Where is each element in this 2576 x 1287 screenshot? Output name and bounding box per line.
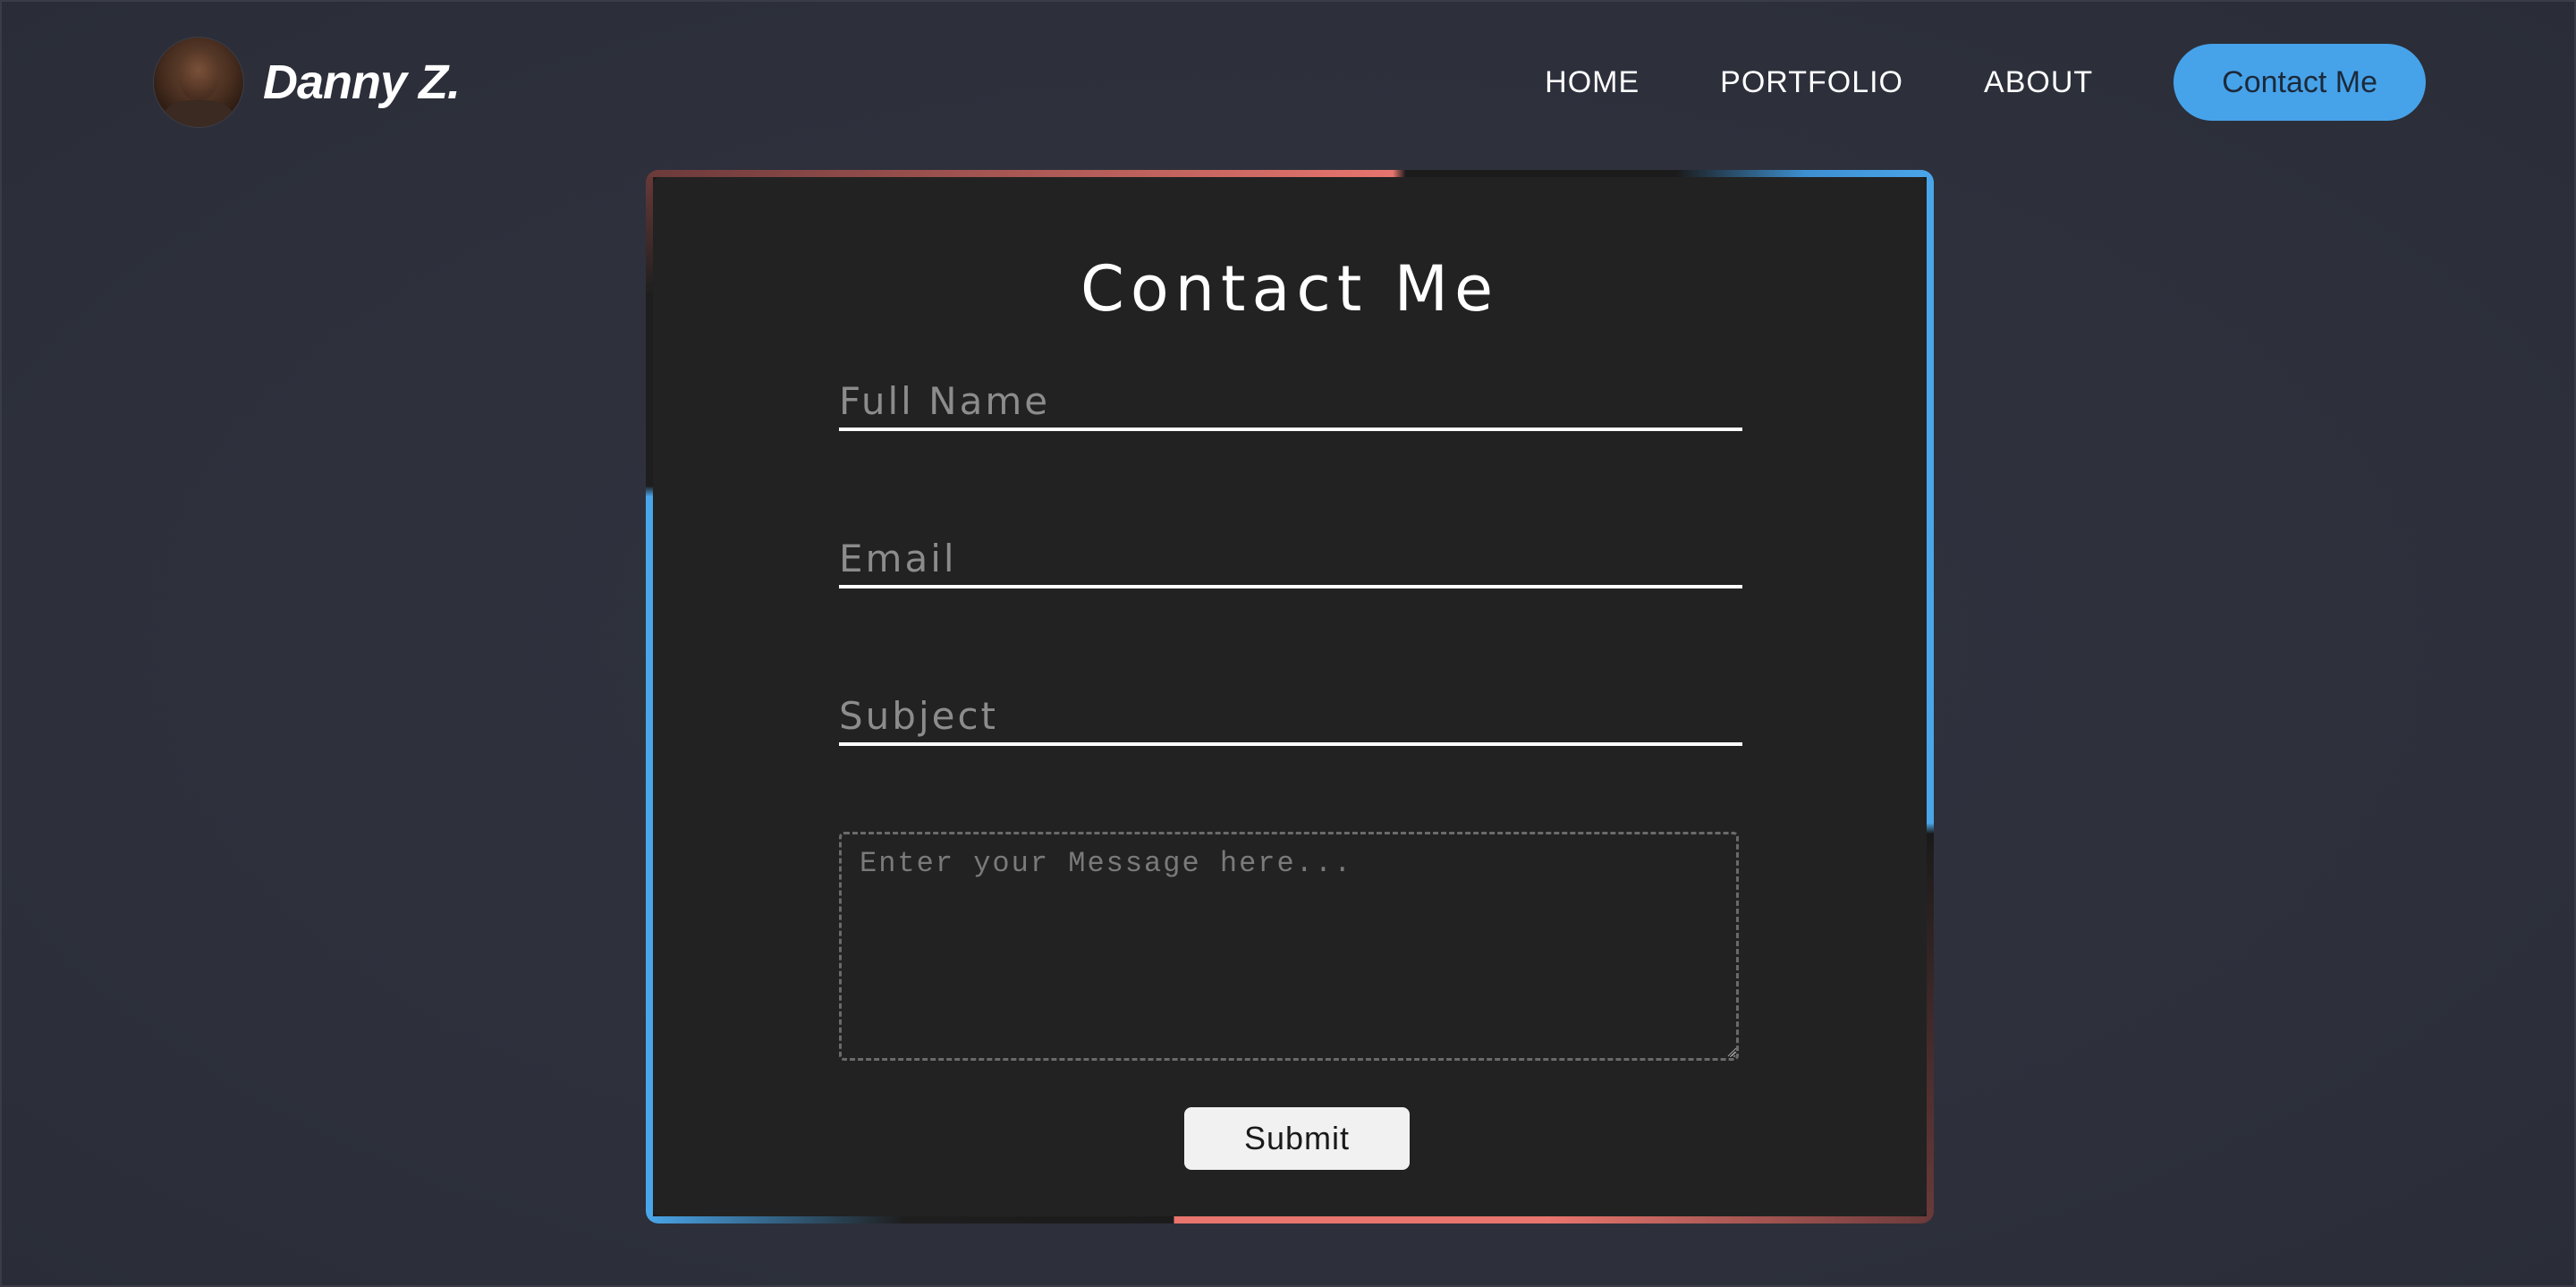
brand[interactable]: Danny Z. (154, 38, 461, 127)
contact-form: Contact Me Submit (653, 177, 1927, 1216)
full-name-input[interactable] (839, 374, 1742, 431)
main-nav: HOME PORTFOLIO ABOUT Contact Me (1545, 43, 2426, 122)
brand-name: Danny Z. (263, 55, 461, 109)
form-title: Contact Me (1080, 252, 1500, 326)
page: Danny Z. HOME PORTFOLIO ABOUT Contact Me… (0, 0, 2576, 1287)
contact-card-frame: Contact Me Submit (646, 170, 1934, 1223)
nav-home[interactable]: HOME (1545, 65, 1640, 100)
message-textarea[interactable] (839, 832, 1739, 1061)
subject-input[interactable] (839, 689, 1742, 746)
submit-button[interactable]: Submit (1184, 1107, 1410, 1170)
avatar (154, 38, 243, 127)
nav-contact-button[interactable]: Contact Me (2174, 44, 2426, 121)
nav-portfolio[interactable]: PORTFOLIO (1720, 65, 1903, 100)
nav-about[interactable]: ABOUT (1984, 65, 2093, 100)
email-input[interactable] (839, 531, 1742, 588)
site-header: Danny Z. HOME PORTFOLIO ABOUT Contact Me (2, 2, 2576, 163)
